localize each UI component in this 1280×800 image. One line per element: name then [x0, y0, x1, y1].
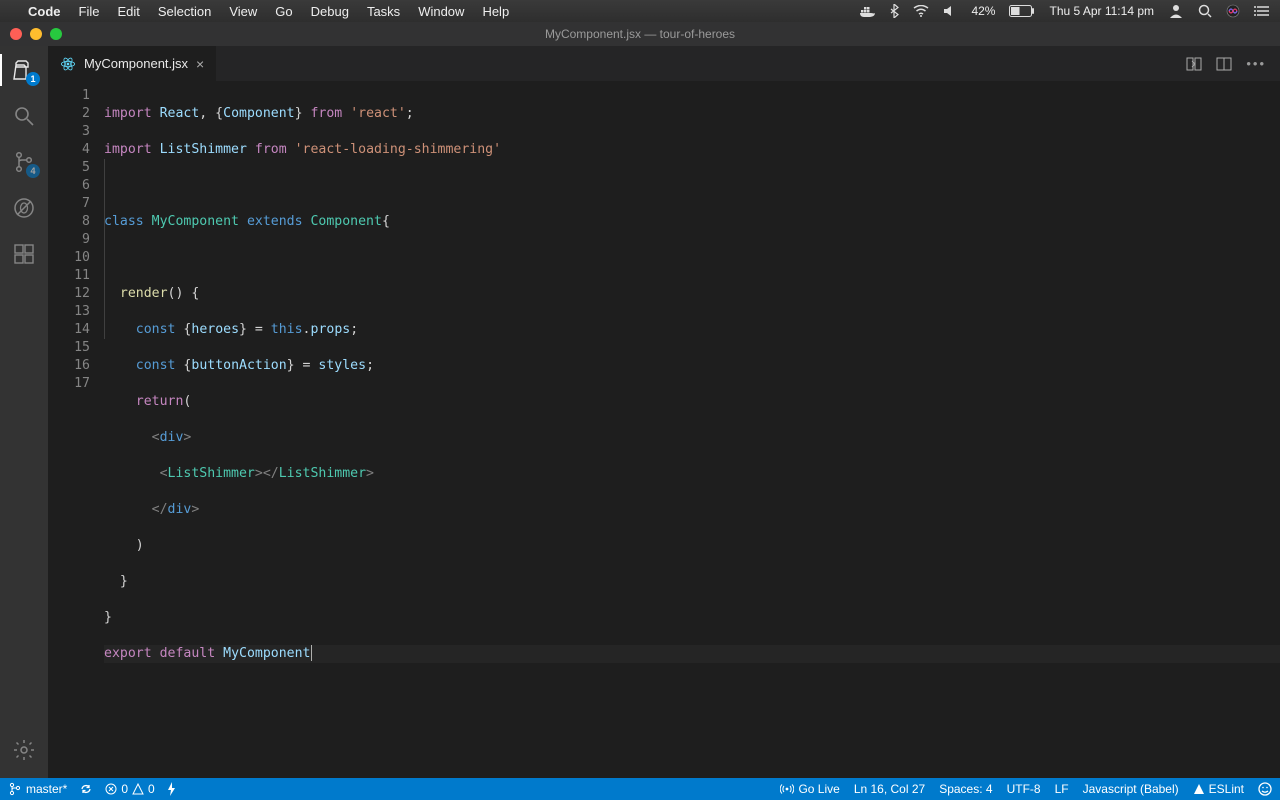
status-bar: master* 0 0 Go Live Ln 16, Col 27 Spaces… — [0, 778, 1280, 800]
react-icon — [60, 56, 76, 72]
menu-debug[interactable]: Debug — [311, 4, 349, 19]
volume-icon[interactable] — [943, 5, 957, 17]
status-spaces[interactable]: Spaces: 4 — [939, 782, 992, 796]
compare-changes-icon[interactable] — [1186, 56, 1202, 72]
menu-edit[interactable]: Edit — [117, 4, 139, 19]
status-problems[interactable]: 0 0 — [105, 782, 154, 796]
activity-explorer[interactable]: 1 — [10, 56, 38, 84]
menu-tasks[interactable]: Tasks — [367, 4, 400, 19]
activity-scm[interactable]: 4 — [10, 148, 38, 176]
code-content[interactable]: import React, {Component} from 'react'; … — [104, 81, 1280, 778]
menu-selection[interactable]: Selection — [158, 4, 211, 19]
activity-extensions[interactable] — [10, 240, 38, 268]
bluetooth-icon[interactable] — [890, 4, 899, 18]
status-feedback-icon[interactable] — [1258, 782, 1272, 796]
tab-close-icon[interactable]: × — [196, 56, 204, 72]
activity-search[interactable] — [10, 102, 38, 130]
editor-area: MyComponent.jsx × ••• 123456789101112131… — [48, 46, 1280, 778]
line-gutter: 1234567891011121314151617 — [48, 81, 104, 778]
activity-debug[interactable] — [10, 194, 38, 222]
window-zoom-button[interactable] — [50, 28, 62, 40]
activity-settings[interactable] — [10, 736, 38, 764]
window-minimize-button[interactable] — [30, 28, 42, 40]
explorer-badge: 1 — [26, 72, 40, 86]
status-eol[interactable]: LF — [1055, 782, 1069, 796]
battery-icon[interactable] — [1009, 5, 1035, 17]
menu-help[interactable]: Help — [482, 4, 509, 19]
app-name[interactable]: Code — [28, 4, 61, 19]
window-titlebar: MyComponent.jsx — tour-of-heroes — [0, 22, 1280, 46]
status-cursor[interactable]: Ln 16, Col 27 — [854, 782, 925, 796]
wifi-icon[interactable] — [913, 5, 929, 17]
menu-file[interactable]: File — [79, 4, 100, 19]
window-close-button[interactable] — [10, 28, 22, 40]
status-sync[interactable] — [79, 782, 93, 796]
battery-percent: 42% — [971, 4, 995, 18]
activity-bar: 1 4 — [0, 46, 48, 778]
editor-more-icon[interactable]: ••• — [1246, 56, 1266, 71]
scm-badge: 4 — [26, 164, 40, 178]
clock[interactable]: Thu 5 Apr 11:14 pm — [1049, 4, 1154, 18]
siri-icon[interactable] — [1226, 4, 1240, 18]
editor-tabs: MyComponent.jsx × ••• — [48, 46, 1280, 81]
split-editor-icon[interactable] — [1216, 56, 1232, 72]
status-live-icon[interactable] — [167, 782, 177, 796]
user-icon[interactable] — [1168, 4, 1184, 18]
mac-menubar: Code File Edit Selection View Go Debug T… — [0, 0, 1280, 22]
text-cursor — [311, 645, 312, 661]
status-language[interactable]: Javascript (Babel) — [1083, 782, 1179, 796]
status-eslint[interactable]: ESLint — [1193, 782, 1244, 796]
menu-list-icon[interactable] — [1254, 5, 1270, 17]
spotlight-icon[interactable] — [1198, 4, 1212, 18]
status-golive[interactable]: Go Live — [780, 782, 839, 796]
status-encoding[interactable]: UTF-8 — [1007, 782, 1041, 796]
window-title: MyComponent.jsx — tour-of-heroes — [545, 27, 735, 41]
menu-go[interactable]: Go — [275, 4, 292, 19]
menu-window[interactable]: Window — [418, 4, 464, 19]
status-branch[interactable]: master* — [8, 782, 67, 796]
code-editor[interactable]: 1234567891011121314151617 import React, … — [48, 81, 1280, 778]
menu-view[interactable]: View — [229, 4, 257, 19]
tab-filename: MyComponent.jsx — [84, 56, 188, 71]
tab-mycomponent[interactable]: MyComponent.jsx × — [48, 46, 217, 81]
docker-icon[interactable] — [860, 5, 876, 17]
